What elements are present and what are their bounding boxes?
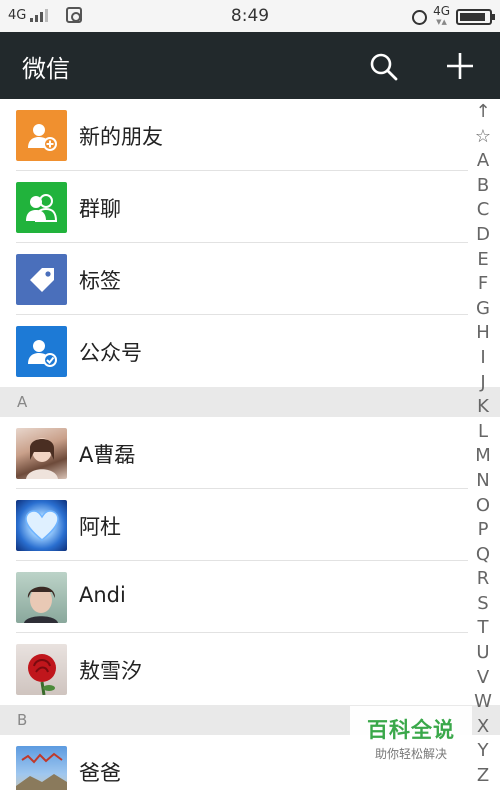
status-bar: 4G 8:49 4G ▼▲: [0, 0, 500, 32]
avatar: [16, 746, 67, 790]
avatar: [16, 644, 67, 695]
index-letter[interactable]: U: [470, 641, 496, 666]
alphabet-index[interactable]: ↑ ☆ A B C D E F G H I J K L M N O P Q R S T U V W X Y Z: [470, 100, 496, 789]
official-account-icon: [16, 326, 67, 377]
index-letter[interactable]: Q: [470, 543, 496, 568]
group-chat-icon: [16, 182, 67, 233]
contact-name: 爸爸: [79, 761, 121, 785]
contact-item[interactable]: Andi: [0, 561, 468, 633]
index-letter[interactable]: I: [470, 346, 496, 371]
index-letter[interactable]: E: [470, 248, 496, 273]
watermark-subtitle: 助你轻松解决: [374, 747, 447, 761]
battery-icon: [456, 9, 495, 25]
index-letter[interactable]: F: [470, 272, 496, 297]
index-letter[interactable]: P: [470, 518, 496, 543]
contact-name: 敖雪汐: [79, 659, 142, 683]
tags-item[interactable]: 标签: [0, 243, 468, 315]
index-letter[interactable]: Z: [470, 764, 496, 789]
avatar: [16, 572, 67, 623]
index-letter[interactable]: ☆: [470, 125, 496, 150]
watermark-title: 百科全说: [367, 718, 455, 742]
index-letter[interactable]: A: [470, 149, 496, 174]
index-letter[interactable]: Y: [470, 739, 496, 764]
add-friend-icon: [16, 110, 67, 161]
index-letter[interactable]: N: [470, 469, 496, 494]
index-letter[interactable]: X: [470, 715, 496, 740]
feature-label: 公众号: [79, 341, 142, 365]
contact-item[interactable]: 敖雪汐: [0, 633, 468, 705]
feature-label: 新的朋友: [79, 125, 163, 149]
contact-name: 阿杜: [79, 515, 121, 539]
index-letter[interactable]: B: [470, 174, 496, 199]
contact-name: A曹磊: [79, 443, 136, 467]
index-letter[interactable]: W: [470, 690, 496, 715]
app-header: 微信: [0, 32, 500, 99]
index-letter[interactable]: H: [470, 321, 496, 346]
index-letter[interactable]: K: [470, 395, 496, 420]
feature-label: 标签: [79, 269, 121, 293]
index-letter[interactable]: S: [470, 592, 496, 617]
index-letter[interactable]: M: [470, 444, 496, 469]
index-letter[interactable]: C: [470, 198, 496, 223]
contact-item[interactable]: 阿杜: [0, 489, 468, 561]
index-letter[interactable]: L: [470, 420, 496, 445]
watermark: 百科全说 助你轻松解决: [350, 706, 472, 770]
index-letter[interactable]: J: [470, 371, 496, 396]
page-title: 微信: [22, 55, 70, 83]
status-right: 4G ▼▲: [412, 4, 495, 28]
index-letter[interactable]: O: [470, 494, 496, 519]
index-letter[interactable]: D: [470, 223, 496, 248]
network-type-right: 4G ▼▲: [433, 4, 450, 26]
feature-label: 群聊: [79, 197, 121, 221]
contact-item[interactable]: A曹磊: [0, 417, 468, 489]
index-letter[interactable]: T: [470, 616, 496, 641]
contact-list: 新的朋友 群聊 标签 公众号 A A曹磊 阿杜 Andi 敖雪汐 B 爸爸: [0, 99, 500, 790]
new-friends-item[interactable]: 新的朋友: [0, 99, 468, 171]
index-letter[interactable]: R: [470, 567, 496, 592]
contact-name: Andi: [79, 583, 126, 607]
tag-icon: [16, 254, 67, 305]
add-icon[interactable]: [444, 50, 476, 82]
search-icon[interactable]: [368, 51, 400, 83]
avatar: [16, 500, 67, 551]
official-accounts-item[interactable]: 公众号: [0, 315, 468, 387]
index-letter[interactable]: ↑: [470, 100, 496, 125]
index-letter[interactable]: V: [470, 666, 496, 691]
avatar: [16, 428, 67, 479]
alarm-icon: [412, 9, 428, 25]
section-header-a: A: [0, 387, 500, 417]
group-chats-item[interactable]: 群聊: [0, 171, 468, 243]
index-letter[interactable]: G: [470, 297, 496, 322]
